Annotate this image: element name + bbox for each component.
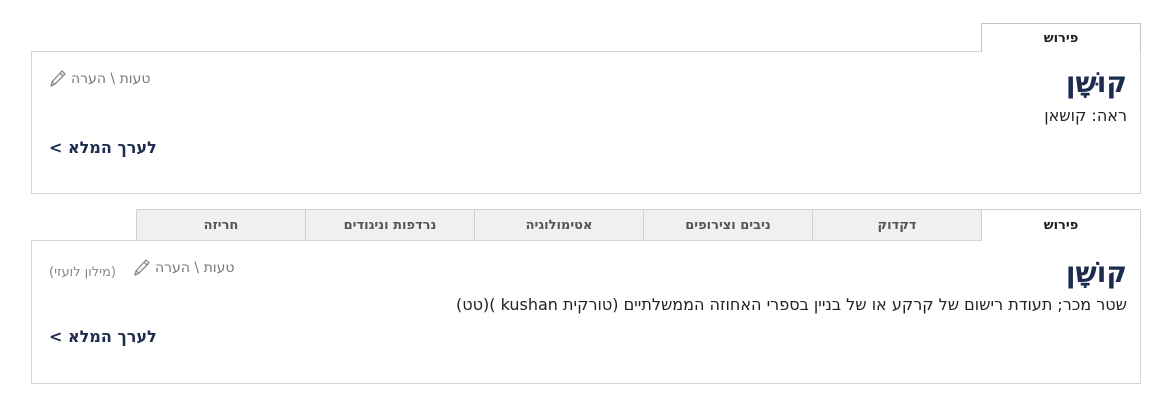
headword: קוֹשָׁן [1065, 256, 1127, 289]
entry-panel-1: קוּשָׁן ראה: קושאן טעות \ הערה לערך המלא… [31, 51, 1141, 194]
tab-rhyme[interactable]: חריזה [136, 209, 306, 241]
definition-text: ראה: קושאן [1044, 106, 1127, 125]
report-error-link[interactable]: טעות \ הערה [133, 258, 234, 278]
tab-synonyms[interactable]: נרדפות וניגודים [305, 209, 475, 241]
report-label: טעות \ הערה [71, 71, 151, 87]
full-entry-link[interactable]: לערך המלא > [49, 327, 157, 346]
tab-grammar[interactable]: דקדוק [812, 209, 982, 241]
full-entry-link[interactable]: לערך המלא > [49, 138, 157, 157]
tab-idioms[interactable]: ניבים וצירופים [643, 209, 813, 241]
pencil-icon [50, 70, 66, 87]
entry-panel-2: קוֹשָׁן שטר מכר; תעודת רישום של קרקע או … [31, 240, 1141, 384]
definition-text: שטר מכר; תעודת רישום של קרקע או של בניין… [456, 295, 1127, 314]
report-error-link[interactable]: טעות \ הערה [49, 69, 150, 89]
report-label: טעות \ הערה [155, 260, 235, 276]
tab-definition[interactable]: פירוש [981, 209, 1141, 241]
tab-definition-single[interactable]: פירוש [981, 23, 1141, 52]
tab-etymology[interactable]: אטימולוגיה [474, 209, 644, 241]
entry-tabs: פירוש דקדוק ניבים וצירופים אטימולוגיה נר… [131, 209, 1141, 241]
headword: קוּשָׁן [1065, 66, 1127, 99]
pencil-icon [134, 259, 150, 276]
source-label: (מילון לועזי) [49, 265, 116, 280]
